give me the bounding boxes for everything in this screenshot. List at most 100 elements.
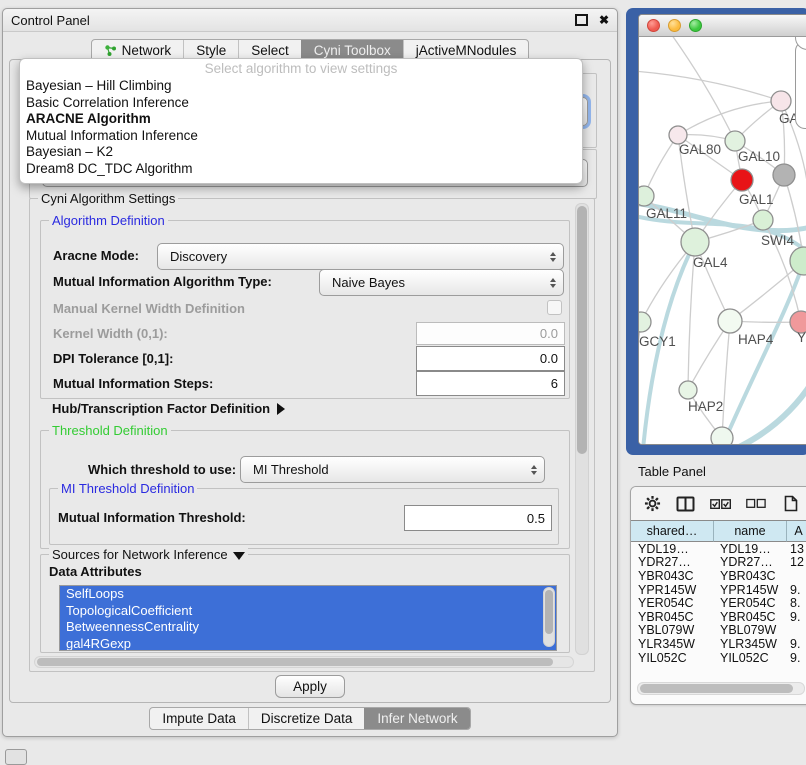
document-icon[interactable] <box>784 495 798 512</box>
table-row[interactable]: YPR145WYPR145W9. <box>631 583 806 597</box>
attribute-list-item[interactable]: SelfLoops <box>60 586 556 603</box>
tab-infer-network[interactable]: Infer Network <box>364 708 469 729</box>
table-cell: 8. <box>785 596 806 610</box>
table-panel: shared… name A YDL19…YDL19…13YDR27…YDR27… <box>630 486 806 705</box>
close-window-icon[interactable]: ✖ <box>599 14 609 26</box>
control-panel-window: Control Panel ✖ Network Style Select Cyn… <box>2 8 618 737</box>
column-header-clipped[interactable]: A <box>787 521 806 542</box>
table-cell: 9. <box>785 637 806 651</box>
table-cell: YLR345W <box>631 637 713 651</box>
network-node[interactable] <box>711 427 733 444</box>
tab-label: Network <box>122 43 172 58</box>
apply-button[interactable]: Apply <box>275 675 345 698</box>
table-row[interactable]: YBL079WYBL079W <box>631 624 806 638</box>
mi-type-value: Naive Bayes <box>332 275 405 290</box>
algorithm-dropdown-popup: Select algorithm to view settings Bayesi… <box>19 58 583 184</box>
node-label: SWI4 <box>761 233 794 248</box>
network-canvas[interactable]: GALGAL80GAL10GAL11GAL1SWI4GAL4GCY1HAP4YH… <box>639 37 806 444</box>
network-node[interactable] <box>639 186 654 206</box>
which-threshold-combo[interactable]: MI Threshold <box>240 456 545 483</box>
table-cell: 9. <box>785 610 806 624</box>
attribute-list-scrollbar[interactable] <box>543 587 555 647</box>
table-row[interactable]: YBR043CYBR043C <box>631 569 806 583</box>
gear-icon[interactable] <box>644 495 661 512</box>
sources-title-text: Sources for Network Inference <box>52 547 228 562</box>
close-traffic-light-icon[interactable] <box>647 19 660 32</box>
kernel-width-value: 0.0 <box>540 326 558 341</box>
network-view-frame: GALGAL80GAL10GAL11GAL1SWI4GAL4GCY1HAP4YH… <box>626 8 806 455</box>
minimize-traffic-light-icon[interactable] <box>668 19 681 32</box>
mi-threshold-field[interactable]: 0.5 <box>404 505 552 531</box>
tab-impute-data[interactable]: Impute Data <box>150 708 248 729</box>
table-row[interactable]: YDR27…YDR27…12 <box>631 556 806 570</box>
network-node[interactable] <box>718 309 742 333</box>
network-node[interactable] <box>725 131 745 151</box>
network-node[interactable] <box>679 381 697 399</box>
node-label: GCY1 <box>639 334 676 349</box>
float-window-icon[interactable] <box>575 14 588 26</box>
sources-group-title[interactable]: Sources for Network Inference <box>49 547 248 562</box>
deselect-all-icon[interactable] <box>746 498 766 509</box>
dropdown-item[interactable]: Bayesian – Hill Climbing <box>20 78 582 95</box>
node-label: GAL11 <box>646 206 687 221</box>
mi-threshold-definition-title: MI Threshold Definition <box>58 481 197 496</box>
algorithm-dropdown-list: Bayesian – Hill ClimbingBasic Correlatio… <box>20 78 582 177</box>
attribute-list-item[interactable]: BetweennessCentrality <box>60 619 556 636</box>
manual-kernel-checkbox[interactable] <box>547 300 562 315</box>
mi-steps-value: 6 <box>551 376 558 391</box>
aracne-mode-label: Aracne Mode: <box>53 248 139 263</box>
split-columns-icon[interactable] <box>676 496 695 512</box>
mi-threshold-definition-group: MI Threshold Definition Mutual Informati… <box>49 488 559 545</box>
table-cell: YDR27… <box>713 555 785 569</box>
manual-kernel-label: Manual Kernel Width Definition <box>53 301 245 316</box>
zoom-traffic-light-icon[interactable] <box>689 19 702 32</box>
hub-definition-toggle[interactable]: Hub/Transcription Factor Definition <box>52 401 285 416</box>
settings-vertical-scrollbar[interactable] <box>575 203 589 655</box>
column-header-shared-name[interactable]: shared… <box>631 521 714 542</box>
canvas-side-toolbar[interactable] <box>795 41 806 129</box>
table-row[interactable]: YIL052CYIL052C9. <box>631 651 806 663</box>
table-cell: YBR043C <box>713 569 785 583</box>
tab-discretize-data[interactable]: Discretize Data <box>248 708 365 729</box>
table-row[interactable]: YBR045CYBR045C9. <box>631 610 806 624</box>
table-cell: YPR145W <box>631 583 713 597</box>
dpi-tolerance-field[interactable]: 0.0 <box>416 346 565 371</box>
network-node[interactable] <box>731 169 753 191</box>
kernel-width-field[interactable]: 0.0 <box>416 322 565 345</box>
table-row[interactable]: YLR345WYLR345W9. <box>631 637 806 651</box>
network-node[interactable] <box>753 210 773 230</box>
mi-type-combo[interactable]: Naive Bayes <box>319 269 564 296</box>
dropdown-item[interactable]: Mutual Information Inference <box>20 128 582 145</box>
table-cell: YBL079W <box>713 623 785 637</box>
dropdown-item[interactable]: ARACNE Algorithm <box>20 111 582 128</box>
network-node[interactable] <box>771 91 791 111</box>
minimized-panel-button[interactable] <box>5 749 27 765</box>
node-label: GAL1 <box>739 192 774 207</box>
mi-steps-field[interactable]: 6 <box>416 371 565 396</box>
control-panel-titlebar: Control Panel ✖ <box>3 9 617 32</box>
dropdown-item[interactable]: Dream8 DC_TDC Algorithm <box>20 161 582 178</box>
control-panel-title: Control Panel <box>11 13 90 28</box>
dropdown-item[interactable]: Basic Correlation Inference <box>20 95 582 112</box>
column-header-name[interactable]: name <box>714 521 787 542</box>
network-node[interactable] <box>681 228 709 256</box>
aracne-mode-combo[interactable]: Discovery <box>157 243 564 270</box>
mi-threshold-value: 0.5 <box>527 511 545 526</box>
dropdown-item[interactable]: Bayesian – K2 <box>20 144 582 161</box>
network-node[interactable] <box>639 312 651 332</box>
settings-horizontal-scrollbar[interactable] <box>34 656 574 668</box>
data-attributes-label: Data Attributes <box>49 564 142 579</box>
table-horizontal-scrollbar[interactable] <box>637 682 805 695</box>
attribute-list-item[interactable]: TopologicalCoefficient <box>60 603 556 620</box>
node-label: HAP2 <box>688 399 723 414</box>
node-table: shared… name A YDL19…YDL19…13YDR27…YDR27… <box>631 520 806 663</box>
select-all-icon[interactable] <box>710 498 731 510</box>
aracne-mode-value: Discovery <box>170 249 227 264</box>
tab-label: Infer Network <box>377 711 457 726</box>
network-node[interactable] <box>773 164 795 186</box>
attribute-list-item[interactable]: gal4RGexp <box>60 636 556 652</box>
table-row[interactable]: YER054CYER054C8. <box>631 596 806 610</box>
table-rows: YDL19…YDL19…13YDR27…YDR27…12YBR043CYBR04… <box>631 542 806 663</box>
table-cell: YBL079W <box>631 623 713 637</box>
table-row[interactable]: YDL19…YDL19…13 <box>631 542 806 556</box>
